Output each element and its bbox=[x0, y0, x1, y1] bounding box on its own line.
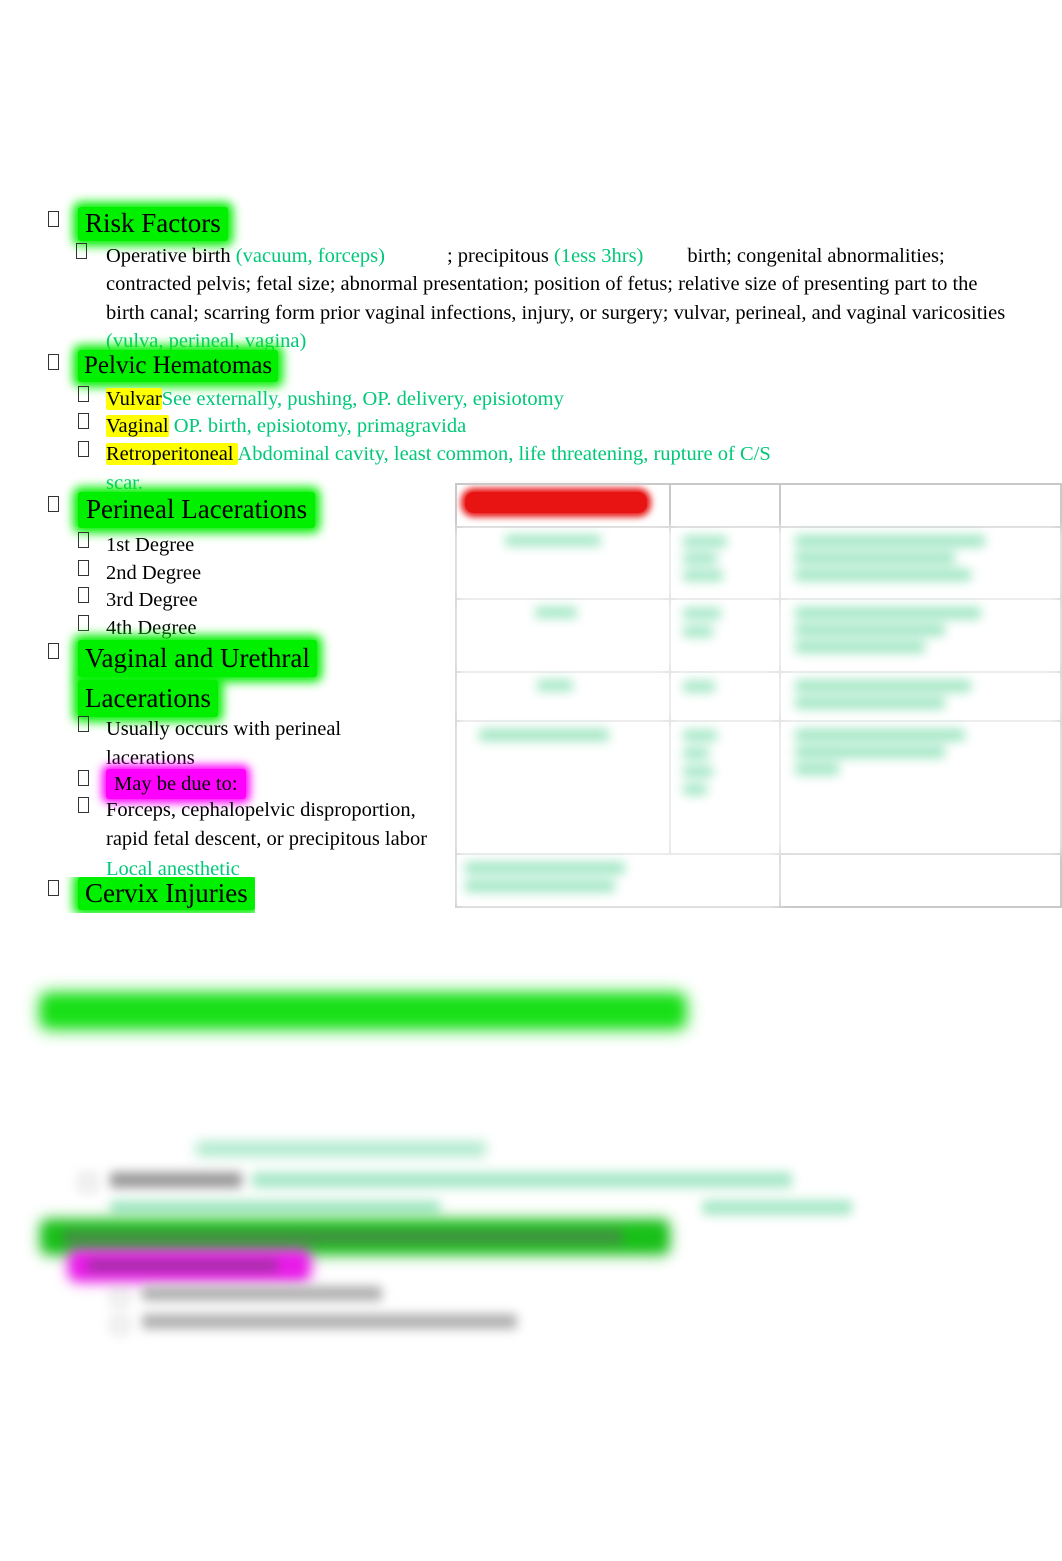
heading-perineal-lacerations: Perineal Lacerations bbox=[48, 492, 316, 528]
degree-4-label: 4th Degree bbox=[106, 617, 197, 639]
table-cell bbox=[669, 719, 781, 856]
detail-vulvar: See externally, pushing, OP. delivery, e… bbox=[161, 388, 564, 410]
vaginal-urethral-line2: Lacerations bbox=[78, 680, 218, 718]
table-cell bbox=[455, 598, 671, 674]
detail-vaginal: OP. birth, episiotomy, primagravida bbox=[173, 415, 467, 437]
risk-p3: ; precipitous bbox=[446, 245, 554, 267]
green-highlight-bar-2 bbox=[45, 1224, 665, 1250]
risk-p2: (vacuum, forceps) bbox=[235, 245, 385, 267]
green-highlight-bar-1 bbox=[45, 998, 681, 1024]
risk-factors-body: Operative birth (vacuum, forceps) ; preci… bbox=[76, 243, 1026, 355]
risk-p4: (1ess 3hrs) bbox=[553, 245, 644, 267]
bullet-icon bbox=[48, 492, 78, 521]
risk-line3: birth canal; scarring form prior vaginal… bbox=[106, 301, 1006, 324]
vaginal-urethral-line1: Vaginal and Urethral bbox=[78, 640, 317, 678]
bullet-icon bbox=[48, 877, 78, 903]
bullet-icon bbox=[48, 640, 78, 666]
degree-2-label: 2nd Degree bbox=[106, 562, 202, 584]
table-cell bbox=[779, 719, 1062, 856]
degree-1-label: 1st Degree bbox=[106, 534, 195, 556]
table-row bbox=[455, 483, 1062, 528]
blurred-text-row-2 bbox=[80, 1172, 810, 1191]
table-cell bbox=[669, 483, 781, 528]
forceps-line2: rapid fetal descent, or precipitous labo… bbox=[106, 828, 428, 851]
risk-p1: Operative birth bbox=[106, 245, 236, 267]
cervix-injuries-label: Cervix Injuries bbox=[78, 877, 255, 910]
usually-occurs-line1: Usually occurs with perineal bbox=[106, 718, 342, 740]
term-vulvar: Vulvar bbox=[106, 388, 162, 410]
bullet-icon bbox=[78, 586, 106, 611]
red-highlight-bar bbox=[465, 492, 647, 513]
bullet-icon bbox=[78, 412, 106, 437]
table-cell bbox=[669, 671, 781, 722]
magenta-highlight-bar bbox=[72, 1253, 307, 1278]
table-row bbox=[455, 853, 1062, 908]
lower-blurred-section bbox=[0, 960, 1062, 1380]
bullet-icon bbox=[78, 769, 106, 794]
blurred-text-line-1 bbox=[196, 1142, 486, 1156]
heading-vaginal-urethral-lacerations: Vaginal and Urethral Lacerations bbox=[48, 640, 317, 718]
table-cell bbox=[455, 671, 671, 722]
bullet-icon bbox=[48, 350, 78, 379]
table-cell bbox=[455, 483, 671, 528]
forceps-line1: Forceps, cephalopelvic disproportion, bbox=[106, 799, 416, 821]
list-item-degree-3: 3rd Degree bbox=[78, 586, 198, 614]
risk-line2: contracted pelvis; fetal size; abnormal … bbox=[106, 273, 978, 296]
list-item-usually-occurs: Usually occurs with perineal lacerations bbox=[78, 715, 438, 773]
heading-risk-factors: Risk Factors bbox=[48, 207, 228, 241]
pelvic-hematomas-label: Pelvic Hematomas bbox=[78, 350, 279, 382]
list-item-forceps-causes: Forceps, cephalopelvic disproportion, ra… bbox=[78, 796, 478, 883]
bullet-icon bbox=[48, 207, 78, 236]
perineal-lacerations-label: Perineal Lacerations bbox=[78, 492, 316, 528]
table-cell bbox=[669, 525, 781, 601]
table-cell bbox=[779, 598, 1062, 674]
table-cell bbox=[779, 853, 1062, 908]
table-cell bbox=[779, 483, 1062, 528]
term-retroperitoneal: Retroperitoneal bbox=[106, 443, 238, 465]
bullet-icon bbox=[78, 385, 106, 410]
table-row bbox=[455, 719, 1062, 856]
list-item-degree-2: 2nd Degree bbox=[78, 559, 201, 587]
risk-factors-label: Risk Factors bbox=[78, 207, 228, 241]
list-item-vaginal: Vaginal OP. birth, episiotomy, primagrav… bbox=[78, 412, 466, 440]
table-cell bbox=[455, 525, 671, 601]
table-row bbox=[455, 671, 1062, 722]
risk-p5: birth; congenital abnormalities; bbox=[687, 245, 945, 267]
reference-table bbox=[455, 483, 1062, 908]
may-be-due-to-label: May be due to: bbox=[106, 769, 246, 800]
bullet-icon bbox=[78, 715, 106, 740]
bullet-icon bbox=[78, 531, 106, 556]
list-item-vulvar: VulvarSee externally, pushing, OP. deliv… bbox=[78, 385, 564, 413]
heading-pelvic-hematomas: Pelvic Hematomas bbox=[48, 350, 279, 382]
bullet-icon bbox=[78, 440, 106, 465]
table-cell bbox=[669, 598, 781, 674]
table-cell-merged bbox=[455, 853, 781, 908]
list-item-degree-1: 1st Degree bbox=[78, 531, 194, 559]
bullet-icon bbox=[78, 796, 106, 821]
table-row bbox=[455, 525, 1062, 601]
heading-cervix-injuries: Cervix Injuries bbox=[48, 877, 255, 913]
detail-retroperitoneal: Abdominal cavity, least common, life thr… bbox=[237, 443, 771, 465]
list-item-degree-4: 4th Degree bbox=[78, 614, 197, 642]
table-cell bbox=[779, 525, 1062, 601]
document-page: Risk Factors Operative birth (vacuum, fo… bbox=[0, 0, 1062, 1561]
degree-3-label: 3rd Degree bbox=[106, 589, 198, 611]
blurred-text-row-3 bbox=[110, 1200, 852, 1216]
blurred-text-row-5 bbox=[112, 1314, 812, 1333]
blurred-text-row-4 bbox=[112, 1286, 812, 1305]
bullet-icon bbox=[76, 243, 106, 264]
table-cell bbox=[455, 719, 671, 856]
bullet-icon bbox=[78, 559, 106, 584]
table-cell bbox=[779, 671, 1062, 722]
term-vaginal: Vaginal bbox=[106, 415, 169, 437]
table-row bbox=[455, 598, 1062, 674]
bullet-icon bbox=[78, 614, 106, 639]
list-item-may-be-due-to: May be due to: bbox=[78, 769, 246, 800]
